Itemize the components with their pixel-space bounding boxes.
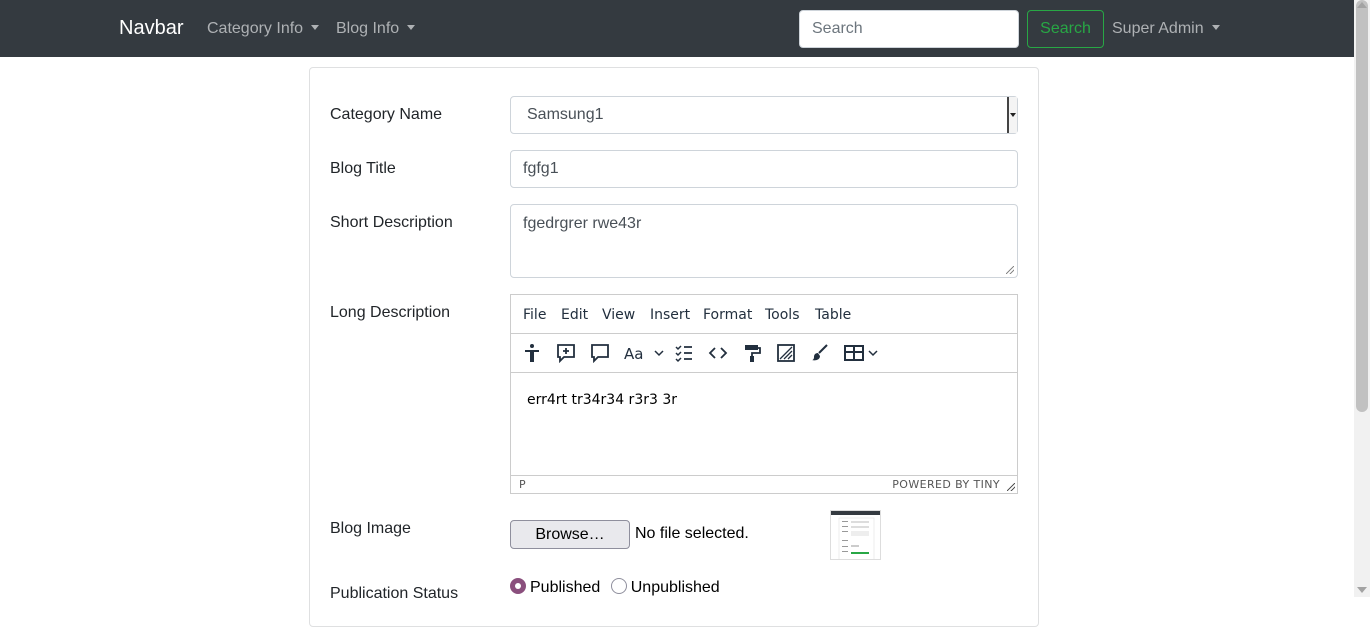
- checklist-icon[interactable]: [674, 343, 694, 363]
- blog-image-thumbnail: [830, 510, 881, 560]
- element-path[interactable]: P: [519, 478, 526, 491]
- comment-icon[interactable]: [590, 343, 610, 363]
- navbar-brand[interactable]: Navbar: [119, 17, 183, 40]
- browse-button[interactable]: Browse…: [510, 520, 630, 549]
- powered-by-tiny-link[interactable]: POWERED BY TINY: [892, 478, 1000, 491]
- menu-insert[interactable]: Insert: [650, 307, 690, 323]
- brush-icon[interactable]: [810, 343, 830, 363]
- page-scrollbar-thumb[interactable]: [1356, 0, 1368, 412]
- table-icon[interactable]: [844, 343, 864, 363]
- format-painter-icon[interactable]: [742, 343, 762, 363]
- user-menu-dropdown[interactable]: Super Admin: [1112, 20, 1220, 38]
- blog-info-dropdown[interactable]: Blog Info: [336, 20, 416, 38]
- navbar-search-input[interactable]: [799, 10, 1019, 48]
- blog-title-input[interactable]: [510, 150, 1018, 188]
- add-comment-icon[interactable]: [556, 343, 576, 363]
- menu-tools[interactable]: Tools: [765, 307, 800, 323]
- editor-statusbar: P POWERED BY TINY: [511, 475, 1017, 493]
- caret-down-icon: [1211, 25, 1220, 30]
- select-arrow-icon[interactable]: [1007, 97, 1017, 133]
- menu-view[interactable]: View: [602, 307, 635, 323]
- short-description-textarea[interactable]: fgedrgrer rwe43r: [510, 204, 1018, 278]
- file-status-text: No file selected.: [635, 525, 749, 542]
- published-radio[interactable]: [510, 578, 526, 594]
- menu-table[interactable]: Table: [815, 307, 851, 323]
- chevron-down-icon[interactable]: [654, 349, 664, 357]
- rich-text-editor: File Edit View Insert Format Tools Table…: [510, 294, 1018, 494]
- long-description-label: Long Description: [330, 304, 451, 321]
- category-name-label: Category Name: [330, 106, 443, 123]
- editor-content[interactable]: err4rt tr34r34 r3r3 3r: [527, 392, 677, 408]
- caret-down-icon: [407, 25, 416, 30]
- category-select-value: Samsung1: [527, 106, 604, 123]
- category-info-label: Category Info: [207, 20, 304, 37]
- search-button[interactable]: Search: [1027, 10, 1104, 48]
- scroll-down-icon[interactable]: [1357, 587, 1367, 593]
- top-navbar: Navbar Category Info Blog Info Search Su…: [0, 0, 1354, 57]
- publication-status-label: Publication Status: [330, 585, 459, 602]
- editor-toolbar: Aa: [511, 334, 1017, 373]
- blog-title-label: Blog Title: [330, 160, 396, 177]
- scroll-up-icon[interactable]: [1357, 2, 1367, 8]
- unpublished-radio[interactable]: [610, 578, 627, 594]
- clear-format-icon[interactable]: [776, 343, 796, 363]
- published-label[interactable]: Published: [530, 579, 600, 596]
- editor-menubar: File Edit View Insert Format Tools Table: [511, 295, 1017, 334]
- text-case-icon[interactable]: Aa: [624, 343, 644, 363]
- menu-format[interactable]: Format: [703, 307, 752, 323]
- menu-edit[interactable]: Edit: [561, 307, 588, 323]
- publication-status-options: Published Unpublished: [510, 578, 720, 597]
- category-info-dropdown[interactable]: Category Info: [207, 20, 320, 38]
- resize-grip-icon[interactable]: [1007, 483, 1015, 491]
- menu-file[interactable]: File: [523, 307, 546, 323]
- code-icon[interactable]: [708, 343, 728, 363]
- chevron-down-icon[interactable]: [868, 349, 878, 357]
- category-select[interactable]: Samsung1: [510, 96, 1018, 134]
- svg-text:Aa: Aa: [624, 345, 643, 363]
- resize-grip-icon[interactable]: [1006, 266, 1014, 274]
- unpublished-label[interactable]: Unpublished: [631, 579, 720, 596]
- short-description-label: Short Description: [330, 214, 453, 231]
- user-menu-label: Super Admin: [1112, 20, 1204, 37]
- blog-info-label: Blog Info: [336, 20, 400, 37]
- blog-image-label: Blog Image: [330, 520, 411, 537]
- thumbnail-preview-image: [831, 511, 880, 559]
- accessibility-icon[interactable]: [522, 343, 542, 363]
- caret-down-icon: [311, 25, 320, 30]
